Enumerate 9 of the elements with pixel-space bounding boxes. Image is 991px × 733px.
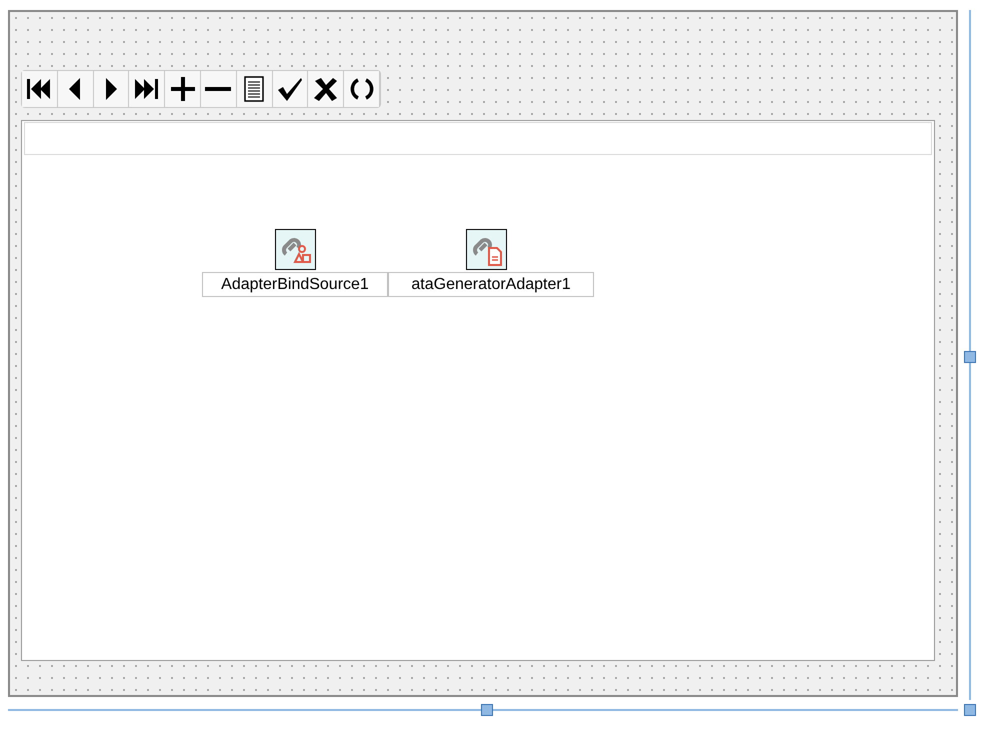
component-icon[interactable]	[275, 229, 316, 270]
resize-handle[interactable]	[964, 351, 976, 363]
component-label: AdapterBindSource1	[202, 272, 388, 297]
component-label: ataGeneratorAdapter1	[388, 272, 594, 297]
minus-icon	[205, 87, 232, 91]
resize-handle[interactable]	[964, 704, 976, 716]
toolbar-button[interactable]	[22, 71, 58, 107]
resize-handle[interactable]	[481, 704, 493, 716]
component-icon[interactable]	[466, 229, 507, 270]
